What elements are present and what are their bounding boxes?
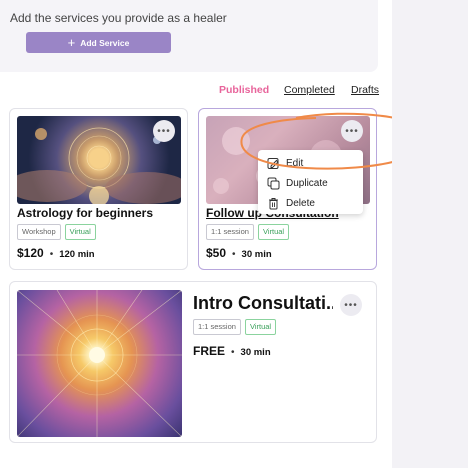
- more-horizontal-icon: •••: [157, 125, 171, 137]
- header-panel: Add the services you provide as a healer…: [0, 0, 378, 72]
- service-title[interactable]: Astrology for beginners: [17, 206, 153, 220]
- service-card[interactable]: ••• Astrology for beginners Workshop Vir…: [9, 108, 188, 270]
- separator-dot: •: [49, 249, 54, 260]
- service-image: [17, 290, 182, 437]
- add-service-label: Add Service: [80, 37, 130, 48]
- menu-item-delete[interactable]: Delete: [258, 193, 363, 213]
- menu-item-duplicate[interactable]: Duplicate: [258, 173, 363, 193]
- service-mode-badge: Virtual: [64, 224, 96, 240]
- header-description: Add the services you provide as a healer: [10, 11, 227, 25]
- price-row: $50 • 30 min: [206, 246, 272, 260]
- service-duration: 30 min: [240, 347, 271, 358]
- menu-item-label: Duplicate: [286, 177, 328, 189]
- status-tabs: Published Completed Drafts: [0, 84, 392, 98]
- service-mode-badge: Virtual: [257, 224, 290, 240]
- more-options-button[interactable]: •••: [153, 120, 175, 142]
- service-badges: 1:1 session Virtual: [206, 224, 290, 240]
- separator-dot: •: [232, 249, 236, 260]
- add-service-button[interactable]: + Add Service: [26, 32, 171, 53]
- service-price: FREE: [193, 344, 226, 358]
- service-title[interactable]: Intro Consultati...: [193, 293, 333, 314]
- separator-dot: •: [231, 347, 235, 358]
- context-menu: Edit Duplicate Delete: [258, 150, 363, 214]
- service-price: $120: [17, 246, 44, 260]
- more-horizontal-icon: •••: [345, 125, 359, 137]
- service-badges: 1:1 session Virtual: [193, 319, 277, 335]
- price-row: $120 • 120 min: [17, 246, 95, 260]
- service-type-badge: 1:1 session: [206, 224, 254, 240]
- main-content: Add the services you provide as a healer…: [0, 0, 434, 468]
- duplicate-icon: [267, 177, 280, 190]
- tab-completed[interactable]: Completed: [284, 84, 335, 96]
- service-badges: Workshop Virtual: [17, 224, 96, 240]
- service-card[interactable]: ••• Intro Consultati... 1:1 session Virt…: [9, 281, 377, 443]
- edit-icon: [267, 157, 280, 170]
- service-duration: 120 min: [59, 249, 95, 260]
- right-gutter: [392, 0, 468, 468]
- tab-drafts[interactable]: Drafts: [351, 84, 379, 96]
- trash-icon: [267, 197, 280, 210]
- price-row: FREE • 30 min: [193, 344, 271, 358]
- service-mode-badge: Virtual: [244, 319, 277, 335]
- plus-icon: +: [67, 35, 76, 50]
- menu-item-edit[interactable]: Edit: [258, 153, 363, 173]
- service-price: $50: [206, 246, 227, 260]
- more-options-button[interactable]: •••: [341, 120, 363, 142]
- service-type-badge: Workshop: [17, 224, 61, 240]
- menu-item-label: Edit: [286, 157, 304, 169]
- tab-published[interactable]: Published: [219, 84, 269, 96]
- more-options-button[interactable]: •••: [340, 294, 362, 316]
- service-type-badge: 1:1 session: [193, 319, 241, 335]
- more-horizontal-icon: •••: [344, 299, 358, 311]
- menu-item-label: Delete: [286, 197, 315, 209]
- service-duration: 30 min: [241, 249, 272, 260]
